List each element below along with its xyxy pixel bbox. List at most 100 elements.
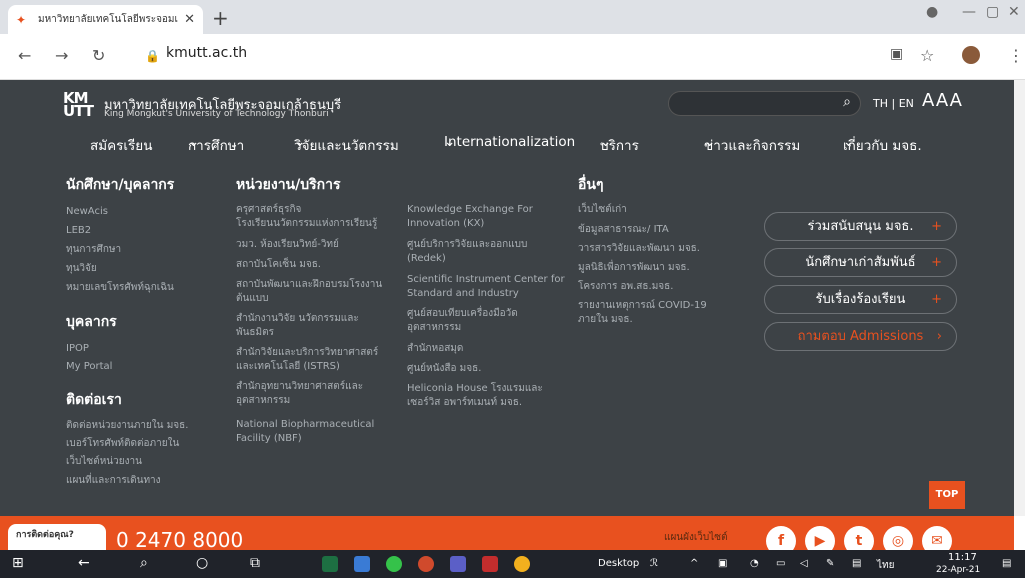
close-window-button[interactable]: ✕ (1008, 4, 1020, 20)
powerpoint-icon[interactable] (418, 556, 434, 572)
link-other[interactable]: มูลนิธิเพื่อการพัฒนา มจธ. (578, 261, 690, 274)
menu-about[interactable]: เกี่ยวกับ มจธ. ⌄ (843, 134, 922, 154)
link-unit[interactable]: สำนักงานวิจัย นวัตกรรมและ (236, 312, 359, 325)
excel-icon[interactable] (322, 556, 338, 572)
alumni-button[interactable]: นักศึกษาเก่าสัมพันธ์ + (764, 248, 957, 277)
link-unit[interactable]: สำนักหอสมุด (407, 342, 463, 355)
link-unit[interactable]: Scientific Instrument Center for (407, 273, 565, 286)
link-ipop[interactable]: IPOP (66, 342, 89, 355)
language-indicator[interactable]: ไทย (877, 558, 894, 573)
search-icon[interactable]: ⌕ (140, 555, 148, 571)
complaint-button[interactable]: รับเรื่องร้องเรียน + (764, 285, 957, 314)
battery-icon[interactable]: ▭ (776, 558, 785, 569)
clock-date[interactable]: 22-Apr-21 (936, 565, 980, 575)
link-unit[interactable]: พันธมิตร (236, 326, 274, 339)
link-other[interactable]: วารสารวิจัยและพัฒนา มจธ. (578, 242, 700, 255)
link-unit[interactable]: Standard and Industry (407, 287, 519, 300)
close-tab-icon[interactable]: ✕ (184, 12, 195, 27)
phone-number[interactable]: 0 2470 8000 (116, 528, 243, 552)
link-unit[interactable]: ศูนย์หนังสือ มจธ. (407, 362, 481, 375)
link-research-fund[interactable]: ทุนวิจัย (66, 262, 97, 275)
link-unit[interactable]: ครุศาสตร์ธุรกิจ (236, 203, 301, 216)
scrollbar[interactable] (1014, 80, 1025, 516)
call-us-tab[interactable]: การติดต่อคุณ? (8, 524, 106, 550)
font-size-switch[interactable]: AAA (922, 90, 963, 111)
link-unit[interactable]: Knowledge Exchange For (407, 203, 533, 216)
clock-time[interactable]: 11:17 (948, 552, 977, 563)
link-unit[interactable]: Innovation (KX) (407, 217, 484, 230)
translate-icon[interactable]: ▣ (890, 46, 903, 62)
maximize-button[interactable]: ▢ (986, 4, 999, 20)
sitemap-link[interactable]: แผนผังเว็บไซต์ (664, 530, 728, 545)
link-unit[interactable]: โรงเรียนนวัตกรรมแห่งการเรียนรู้ (236, 217, 377, 230)
link-unit[interactable]: อุตสาหกรรม (407, 321, 461, 334)
link-other[interactable]: ข้อมูลสาธารณะ/ ITA (578, 223, 669, 236)
link-contact-internal[interactable]: ติดต่อหน่วยงานภายใน มจธ. (66, 419, 188, 432)
link-leb2[interactable]: LEB2 (66, 224, 91, 237)
link-unit[interactable]: สำนักอุทยานวิทยาศาสตร์และ (236, 380, 363, 393)
link-unit[interactable]: วมว. ห้องเรียนวิทย์-วิทย์ (236, 238, 339, 251)
link-unit[interactable]: (Redek) (407, 252, 446, 265)
menu-research[interactable]: วิจัยและนวัตกรรม ⌄ (294, 134, 399, 154)
back-icon[interactable]: ← (78, 555, 90, 571)
new-tab-button[interactable]: + (212, 6, 229, 30)
link-unit[interactable]: สำนักวิจัยและบริการวิทยาศาสตร์ (236, 346, 378, 359)
forward-button[interactable]: → (55, 46, 68, 65)
task-view-icon[interactable]: ⧉ (250, 555, 260, 571)
reload-button[interactable]: ↻ (92, 46, 105, 65)
teams-icon[interactable] (450, 556, 466, 572)
menu-admission[interactable]: สมัครเรียน (90, 134, 152, 156)
menu-education[interactable]: การศึกษา ⌄ (188, 134, 244, 154)
back-button[interactable]: ← (18, 46, 31, 65)
cortana-icon[interactable]: ○ (196, 555, 208, 571)
link-newacis[interactable]: NewAcis (66, 205, 108, 218)
keyboard-icon[interactable]: ▤ (852, 558, 861, 569)
link-unit[interactable]: National Biopharmaceutical (236, 418, 374, 431)
link-unit[interactable]: สถาบันพัฒนาและฝึกอบรมโรงงาน (236, 278, 382, 291)
search-input[interactable]: ⌕ (668, 91, 861, 116)
link-other[interactable]: รายงานเหตุการณ์ COVID-19 (578, 299, 707, 312)
kmutt-logo[interactable]: KMUTT (63, 91, 94, 119)
link-my-portal[interactable]: My Portal (66, 360, 112, 373)
app-tray-icon[interactable]: ▣ (718, 558, 727, 569)
back-to-top-button[interactable]: TOP (929, 481, 965, 509)
menu-international[interactable]: Internationalization ⌄ (444, 134, 575, 150)
link-unit[interactable]: เซอร์วิส อพาร์ทเมนท์ มจธ. (407, 396, 522, 409)
link-unit[interactable]: Heliconia House โรงแรมและ (407, 382, 543, 395)
link-unit[interactable]: ศูนย์บริการวิจัยและออกแบบ (407, 238, 527, 251)
admissions-faq-button[interactable]: ถามตอบ Admissions › (764, 322, 957, 351)
link-phone-internal[interactable]: เบอร์โทรศัพท์ติดต่อภายใน (66, 437, 179, 450)
chevron-up-icon[interactable]: ^ (690, 558, 698, 569)
link-unit[interactable]: ต้นแบบ (236, 292, 268, 305)
menu-dots-icon[interactable]: ⋮ (1008, 46, 1024, 65)
photos-icon[interactable] (354, 556, 370, 572)
browser-tab[interactable]: ✦ มหาวิทยาลัยเทคโนโลยีพระจอมเกล้าธ ✕ (8, 5, 203, 34)
notifications-icon[interactable]: ▤ (1002, 558, 1011, 569)
chrome-icon[interactable] (514, 556, 530, 572)
desktop-toolbar[interactable]: Desktop (598, 558, 639, 569)
link-other[interactable]: ภายใน มจธ. (578, 313, 633, 326)
link-unit[interactable]: สถาบันโคเซ็น มจธ. (236, 258, 321, 271)
volume-icon[interactable]: ◁ (800, 558, 808, 569)
acrobat-icon[interactable] (482, 556, 498, 572)
link-emergency[interactable]: หมายเลขโทรศัพท์ฉุกเฉิน (66, 281, 174, 294)
menu-news[interactable]: ข่าวและกิจกรรม ⌄ (704, 134, 800, 154)
people-icon[interactable]: ℛ (650, 558, 658, 569)
link-unit-websites[interactable]: เว็บไซต์หน่วยงาน (66, 455, 142, 468)
link-unit[interactable]: Facility (NBF) (236, 432, 302, 445)
avatar[interactable] (962, 46, 980, 64)
link-scholarship[interactable]: ทุนการศึกษา (66, 243, 121, 256)
pen-icon[interactable]: ✎ (826, 558, 834, 569)
link-other[interactable]: โครงการ อพ.สธ.มจธ. (578, 280, 673, 293)
language-switch[interactable]: TH | EN (873, 97, 914, 110)
minimize-button[interactable]: — (962, 4, 976, 20)
link-unit[interactable]: และเทคโนโลยี (ISTRS) (236, 360, 340, 373)
url-field[interactable]: kmutt.ac.th (166, 45, 247, 61)
menu-services[interactable]: บริการ ⌄ (600, 134, 639, 154)
bookmark-star-icon[interactable]: ☆ (920, 46, 934, 65)
link-unit[interactable]: ศูนย์สอบเทียบเครื่องมือวัด (407, 307, 518, 320)
windows-start-icon[interactable]: ⊞ (12, 555, 24, 571)
wifi-icon[interactable]: ◔ (750, 558, 759, 569)
profile-dot-icon[interactable]: ● (926, 4, 938, 20)
link-other[interactable]: เว็บไซต์เก่า (578, 203, 627, 216)
